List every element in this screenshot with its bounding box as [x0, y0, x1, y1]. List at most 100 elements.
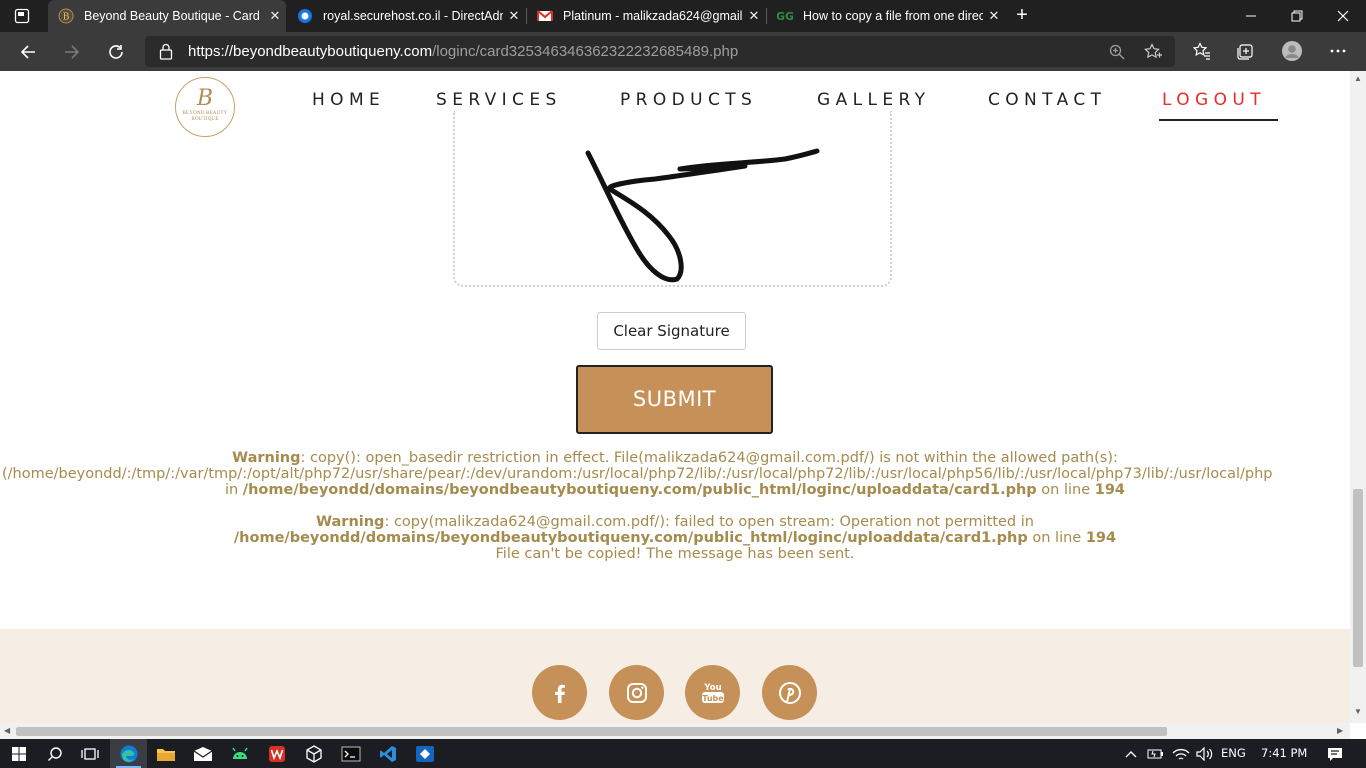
- edge-browser-icon[interactable]: [110, 739, 147, 768]
- zoom-icon[interactable]: [1107, 42, 1127, 62]
- virtualbox-cube-icon[interactable]: [295, 739, 332, 768]
- profile-avatar-icon[interactable]: [1280, 39, 1304, 63]
- close-window-icon[interactable]: [1320, 0, 1366, 32]
- android-studio-icon[interactable]: [221, 739, 258, 768]
- wps-office-icon[interactable]: [258, 739, 295, 768]
- input-language[interactable]: ENG: [1221, 746, 1246, 760]
- minimize-window-icon[interactable]: [1228, 0, 1274, 32]
- scroll-right-arrow-icon[interactable]: ▶: [1337, 726, 1343, 735]
- scroll-left-arrow-icon[interactable]: ◀: [4, 726, 10, 735]
- instagram-icon[interactable]: [609, 665, 664, 720]
- task-view-icon[interactable]: [71, 739, 108, 768]
- back-arrow-icon[interactable]: [14, 38, 42, 66]
- warning-text: : copy(malikzada624@gmail.com.pdf/): fai…: [384, 514, 1034, 530]
- horizontal-scroll-thumb[interactable]: [16, 727, 1167, 736]
- close-tab-icon[interactable]: ✕: [743, 8, 765, 24]
- horizontal-scrollbar[interactable]: ◀ ▶: [0, 723, 1350, 739]
- close-tab-icon[interactable]: ✕: [503, 8, 525, 24]
- file-explorer-icon[interactable]: [147, 739, 184, 768]
- submit-button[interactable]: SUBMIT: [576, 365, 773, 434]
- svg-text:B: B: [63, 13, 70, 23]
- scroll-down-arrow-icon[interactable]: ▼: [1354, 707, 1362, 716]
- page-viewport: B BEYOND BEAUTY BOUTIQUE HOME SERVICES P…: [0, 71, 1350, 723]
- add-favorite-icon[interactable]: [1143, 42, 1163, 62]
- svg-text:GG: GG: [777, 10, 793, 23]
- directadmin-favicon-icon: [297, 8, 313, 24]
- warning-message-2-line2: /home/beyondd/domains/beyondbeautyboutiq…: [0, 530, 1350, 546]
- active-nav-underline: [1159, 119, 1278, 121]
- tab-title: How to copy a file from one directory: [803, 9, 983, 23]
- browser-toolbar: https://beyondbeautyboutiqueny.com/login…: [0, 32, 1366, 71]
- warning-path: /home/beyondd/domains/beyondbeautyboutiq…: [233, 530, 1028, 546]
- forward-arrow-icon[interactable]: [58, 38, 86, 66]
- battery-icon[interactable]: [1144, 739, 1168, 768]
- tab-title: Beyond Beauty Boutique - Card D: [84, 9, 264, 23]
- site-footer: You Tube: [0, 629, 1350, 723]
- youtube-you-text: You: [703, 683, 721, 693]
- start-windows-icon[interactable]: [0, 739, 37, 768]
- lock-icon[interactable]: [159, 43, 173, 60]
- tab-title: royal.securehost.co.il - DirectAdmin: [323, 9, 503, 23]
- geeksforgeeks-favicon-icon: GG: [777, 8, 793, 24]
- tab-actions-icon[interactable]: [14, 8, 30, 24]
- clock-time[interactable]: 7:41 PM: [1261, 746, 1307, 760]
- volume-icon[interactable]: [1192, 739, 1218, 768]
- vertical-scrollbar[interactable]: ▲ ▼: [1350, 71, 1366, 723]
- favorites-icon[interactable]: [1190, 39, 1214, 63]
- warning-line-number: 194: [1085, 530, 1117, 546]
- warning-text: : copy(): open_basedir restriction in ef…: [300, 450, 1118, 466]
- signature-pad[interactable]: [453, 111, 892, 287]
- search-icon[interactable]: [36, 739, 73, 768]
- nav-contact[interactable]: CONTACT: [988, 90, 1106, 110]
- notifications-icon[interactable]: [1320, 739, 1350, 768]
- pinterest-icon[interactable]: [762, 665, 817, 720]
- warning-label: Warning: [232, 450, 301, 466]
- url-prefix: https://: [188, 43, 234, 60]
- warning-online: on line: [1036, 482, 1095, 498]
- warning-label: Warning: [316, 514, 385, 530]
- warning-path: /home/beyondd/domains/beyondbeautyboutiq…: [242, 482, 1037, 498]
- nav-home[interactable]: HOME: [312, 90, 385, 110]
- warning-message-1-line1: Warning: copy(): open_basedir restrictio…: [0, 450, 1350, 466]
- restore-window-icon[interactable]: [1274, 0, 1320, 32]
- status-message: File can't be copied! The message has be…: [495, 546, 855, 562]
- refresh-icon[interactable]: [102, 38, 130, 66]
- collections-icon[interactable]: [1234, 39, 1258, 63]
- clear-signature-button[interactable]: Clear Signature: [597, 312, 746, 350]
- youtube-icon[interactable]: You Tube: [685, 665, 740, 720]
- mail-icon[interactable]: [184, 739, 221, 768]
- tab-beyond-beauty[interactable]: B Beyond Beauty Boutique - Card D ✕: [48, 0, 286, 32]
- scroll-up-arrow-icon[interactable]: ▲: [1354, 74, 1362, 83]
- tab-geeksforgeeks[interactable]: GG How to copy a file from one directory…: [767, 0, 1005, 32]
- show-hidden-icons-icon[interactable]: [1118, 739, 1144, 768]
- logo-line2: BOUTIQUE: [191, 117, 219, 122]
- warning-message-1-line2: (/home/beyondd/:/tmp/:/var/tmp/:/opt/alt…: [2, 466, 1273, 482]
- windows-taskbar: ENG 7:41 PM: [0, 739, 1366, 768]
- warning-in: in: [224, 482, 243, 498]
- vertical-scroll-thumb[interactable]: [1353, 489, 1363, 667]
- app-diamond-icon[interactable]: [406, 739, 443, 768]
- nav-products[interactable]: PRODUCTS: [620, 90, 757, 110]
- browser-tab-strip: B Beyond Beauty Boutique - Card D ✕ roya…: [0, 0, 1366, 32]
- nav-gallery[interactable]: GALLERY: [817, 90, 930, 110]
- tab-directadmin[interactable]: royal.securehost.co.il - DirectAdmin ✕: [287, 0, 525, 32]
- tab-title: Platinum - malikzada624@gmail.com: [563, 9, 743, 23]
- url-path: /loginc/card3253463463623222326854​89.ph…: [432, 43, 739, 60]
- warning-line-number: 194: [1094, 482, 1126, 498]
- nav-logout[interactable]: LOGOUT: [1162, 90, 1266, 110]
- wifi-icon[interactable]: [1168, 739, 1194, 768]
- vscode-icon[interactable]: [369, 739, 406, 768]
- youtube-tube-text: Tube: [702, 694, 724, 703]
- address-bar[interactable]: https://beyondbeautyboutiqueny.com/login…: [145, 36, 1175, 67]
- close-tab-icon[interactable]: ✕: [264, 8, 286, 24]
- nav-services[interactable]: SERVICES: [436, 90, 562, 110]
- more-options-icon[interactable]: [1326, 39, 1350, 63]
- site-logo[interactable]: B BEYOND BEAUTY BOUTIQUE: [175, 77, 235, 137]
- command-prompt-icon[interactable]: [332, 739, 369, 768]
- close-tab-icon[interactable]: ✕: [983, 8, 1005, 24]
- gmail-favicon-icon: [537, 8, 553, 24]
- new-tab-button[interactable]: +: [1011, 4, 1033, 26]
- site-favicon-icon: B: [58, 8, 74, 24]
- tab-gmail[interactable]: Platinum - malikzada624@gmail.com ✕: [527, 0, 765, 32]
- facebook-icon[interactable]: [532, 665, 587, 720]
